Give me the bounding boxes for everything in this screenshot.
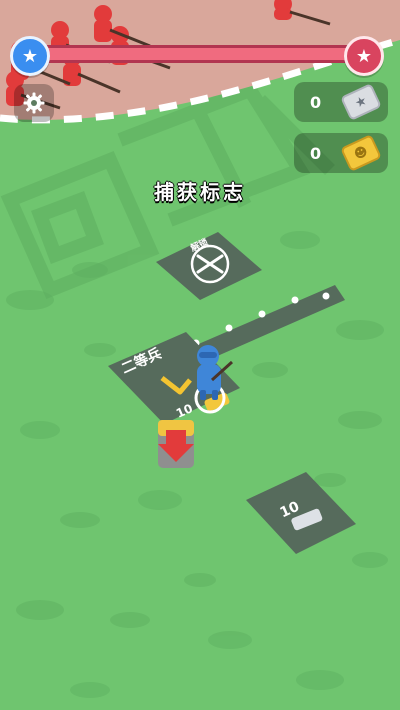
silver-ticket-icon: ★ — [340, 83, 382, 121]
gold-ticket-icon: ☻ — [340, 134, 382, 172]
gear-icon — [23, 92, 45, 114]
gold-count: 0 — [310, 143, 322, 163]
gold-resource-counter: 0 ☻ — [294, 133, 388, 173]
down-arrow-icon[interactable] — [158, 420, 194, 468]
settings-button[interactable] — [14, 84, 54, 122]
silver-count: 0 — [310, 92, 322, 112]
mode-title: 捕获标志 — [154, 180, 246, 204]
flag-progress-bar — [28, 45, 368, 63]
star-shield-icon: ★ — [344, 36, 384, 76]
silver-resource-counter: 0 ★ — [294, 82, 388, 122]
flag-progress-fill — [31, 48, 365, 60]
game-scene[interactable]: ★ ★ 0 ★ 0 ☻ 捕获标志 解锁 二等兵 10 10 — [0, 0, 400, 710]
star-shield-icon: ★ — [10, 36, 50, 76]
